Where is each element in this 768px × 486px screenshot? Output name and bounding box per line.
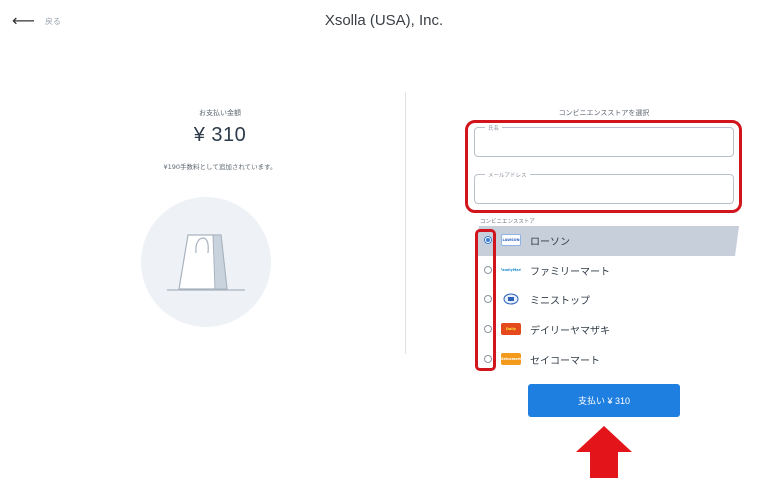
store-name-seicomart: セイコーマート [530, 355, 600, 367]
shopping-bag-illustration [141, 197, 271, 327]
ministop-logo-icon [501, 293, 521, 305]
daily-yamazaki-logo-icon: Daily [501, 323, 521, 335]
store-option-seicomart[interactable]: Seicomart セイコーマート [479, 345, 741, 373]
payment-amount: ¥ 310 [193, 124, 247, 146]
stores-label: コンビニエンスストア [480, 219, 535, 225]
store-option-dailyyamazaki[interactable]: Daily デイリーヤマザキ [479, 315, 741, 343]
pay-button[interactable]: 支払い ¥ 310 [528, 384, 680, 417]
store-option-ministop[interactable]: ミニストップ [479, 285, 741, 313]
merchant-title: Xsolla (USA), Inc. [324, 12, 444, 29]
fee-note: ¥190手数料として追加されています。 [163, 163, 277, 171]
store-name-lawson: ローソン [530, 236, 570, 248]
red-arrow-up-icon [576, 426, 632, 478]
radios-highlight-annotation [475, 229, 496, 371]
column-divider [405, 92, 406, 354]
amount-label: お支払い金額 [199, 109, 241, 117]
payment-summary: お支払い金額 ¥ 310 ¥190手数料として追加されています。 [100, 108, 340, 171]
familymart-logo-icon: FamilyMart [501, 264, 521, 276]
store-name-familymart: ファミリーマート [530, 266, 610, 278]
store-option-familymart[interactable]: FamilyMart ファミリーマート [479, 256, 741, 284]
lawson-logo-icon: LAWSON [501, 234, 521, 246]
store-option-lawson[interactable]: LAWSON ローソン [475, 226, 741, 256]
select-store-title: コンビニエンスストアを選択 [558, 109, 650, 117]
shopping-bag-icon [167, 234, 245, 291]
fields-highlight-annotation [465, 120, 742, 213]
store-name-ministop: ミニストップ [530, 295, 590, 307]
store-name-dailyyamazaki: デイリーヤマザキ [530, 325, 610, 337]
seicomart-logo-icon: Seicomart [501, 353, 521, 365]
